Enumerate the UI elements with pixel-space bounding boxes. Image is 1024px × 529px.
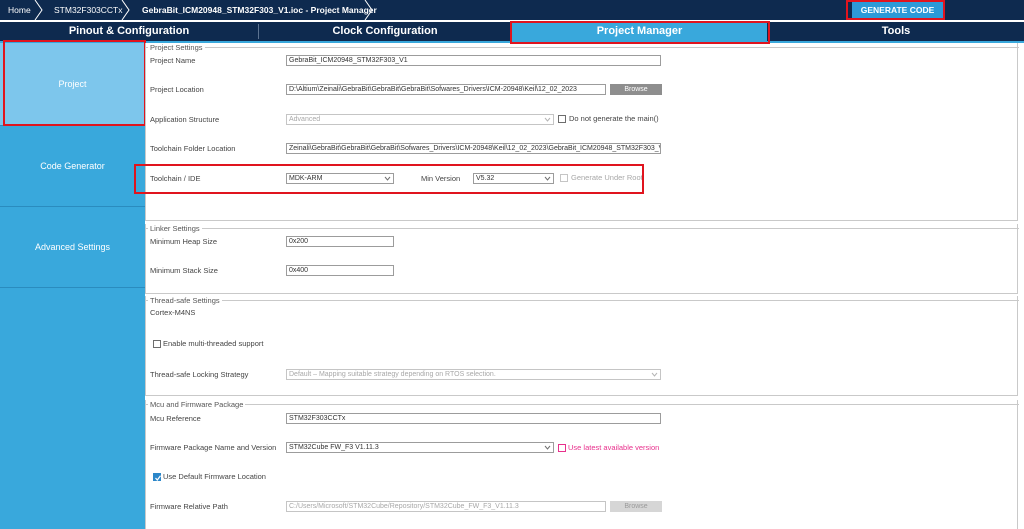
chevron-down-icon (651, 371, 658, 378)
main-tabs: Pinout & Configuration Clock Configurati… (0, 22, 1024, 41)
app-structure-label: Application Structure (150, 115, 220, 124)
min-version-label: Min Version (421, 174, 461, 183)
mcu-reference-input[interactable]: STM32F303CCTx (286, 413, 661, 424)
chevron-down-icon (384, 175, 391, 182)
tab-pinout-configuration[interactable]: Pinout & Configuration (0, 22, 258, 41)
breadcrumb-chevron-icon (364, 0, 374, 20)
sidebar-item-advanced-settings[interactable]: Advanced Settings (0, 207, 145, 287)
core-label: Cortex-M4NS (150, 308, 196, 317)
toolchain-ide-select[interactable]: MDK-ARM (286, 173, 394, 184)
relative-path-browse-button[interactable]: Browse (610, 501, 662, 512)
use-latest-version-label: Use latest available version (568, 443, 660, 452)
tab-project-manager[interactable]: Project Manager (512, 22, 767, 41)
stack-size-label: Minimum Stack Size (150, 266, 218, 275)
checkmark-icon (155, 475, 161, 481)
firmware-package-label: Firmware Package Name and Version (150, 443, 277, 452)
multithread-label: Enable multi-threaded support (163, 339, 264, 348)
do-not-generate-main-checkbox[interactable] (558, 115, 566, 123)
firmware-package-value: STM32Cube FW_F3 V1.11.3 (289, 444, 379, 451)
app-structure-value: Advanced (289, 116, 321, 123)
project-location-label: Project Location (150, 85, 204, 94)
group-title: Thread-safe Settings (148, 296, 222, 305)
default-firmware-location-checkbox[interactable] (153, 473, 161, 481)
generate-code-button[interactable]: GENERATE CODE (852, 2, 943, 18)
heap-size-input[interactable]: 0x200 (286, 236, 394, 247)
toolchain-folder-label: Toolchain Folder Location (150, 144, 236, 153)
tab-tools[interactable]: Tools (768, 22, 1024, 41)
linker-settings-group: Linker Settings Minimum Heap Size 0x200 … (145, 224, 1019, 294)
group-border (146, 228, 1019, 229)
min-version-select[interactable]: V5.32 (473, 173, 554, 184)
sidebar: Project Code Generator Advanced Settings (0, 43, 145, 529)
group-title: Linker Settings (148, 224, 202, 233)
sidebar-item-label: Code Generator (40, 161, 105, 171)
mcu-reference-label: Mcu Reference (150, 414, 201, 423)
sidebar-item-code-generator[interactable]: Code Generator (0, 126, 145, 206)
strategy-label: Thread-safe Locking Strategy (150, 370, 249, 379)
toolchain-ide-label: Toolchain / IDE (150, 174, 201, 183)
group-border (146, 404, 1019, 405)
default-firmware-location-label: Use Default Firmware Location (163, 472, 266, 481)
toolchain-folder-input[interactable]: Zeinali\GebraBit\GebraBit\GebraBit\Sofwa… (286, 143, 661, 154)
generate-under-root-checkbox[interactable] (560, 174, 568, 182)
group-border (146, 300, 1019, 301)
chevron-down-icon (544, 175, 551, 182)
chevron-down-icon (544, 116, 551, 123)
multithread-checkbox[interactable] (153, 340, 161, 348)
breadcrumb-home[interactable]: Home (8, 0, 31, 20)
chevron-down-icon (544, 444, 551, 451)
firmware-package-select[interactable]: STM32Cube FW_F3 V1.11.3 (286, 442, 554, 453)
breadcrumb-chevron-icon (34, 0, 44, 20)
toolchain-ide-value: MDK-ARM (289, 175, 323, 182)
heap-size-label: Minimum Heap Size (150, 237, 218, 246)
relative-path-input[interactable]: C:/Users/Microsoft/STM32Cube/Repository/… (286, 501, 606, 512)
sidebar-item-label: Advanced Settings (34, 242, 111, 252)
strategy-value: Default – Mapping suitable strategy depe… (289, 371, 496, 378)
group-title: Project Settings (148, 43, 205, 52)
use-latest-version-checkbox[interactable] (558, 444, 566, 452)
project-settings-group: Project Settings Project Name GebraBit_I… (145, 43, 1019, 221)
sidebar-item-project[interactable]: Project (0, 43, 145, 125)
do-not-generate-main-label: Do not generate the main() (569, 114, 659, 123)
stack-size-input[interactable]: 0x400 (286, 265, 394, 276)
min-version-value: V5.32 (476, 175, 495, 182)
project-location-input[interactable]: D:\Altium\Zeinali\GebraBit\GebraBit\Gebr… (286, 84, 606, 95)
breadcrumb-chevron-icon (121, 0, 131, 20)
project-location-browse-button[interactable]: Browse (610, 84, 662, 95)
group-border (146, 47, 1019, 48)
breadcrumb-mcu[interactable]: STM32F303CCTx (54, 0, 123, 20)
strategy-select[interactable]: Default – Mapping suitable strategy depe… (286, 369, 661, 380)
relative-path-label: Firmware Relative Path (150, 502, 228, 511)
mcu-firmware-group: Mcu and Firmware Package Mcu Reference S… (145, 400, 1019, 529)
sidebar-item-label: Project (58, 79, 87, 89)
project-name-label: Project Name (150, 56, 196, 65)
generate-under-root-label: Generate Under Root (571, 173, 643, 182)
app-structure-select[interactable]: Advanced (286, 114, 554, 125)
thread-safe-settings-group: Thread-safe Settings Cortex-M4NS Enable … (145, 296, 1019, 396)
breadcrumb: Home STM32F303CCTx GebraBit_ICM20948_STM… (0, 0, 1024, 20)
tab-clock-configuration[interactable]: Clock Configuration (259, 22, 511, 41)
group-title: Mcu and Firmware Package (148, 400, 246, 409)
sidebar-divider (0, 287, 145, 288)
breadcrumb-project[interactable]: GebraBit_ICM20948_STM32F303_V1.ioc - Pro… (142, 0, 377, 20)
project-name-input[interactable]: GebraBit_ICM20948_STM32F303_V1 (286, 55, 661, 66)
